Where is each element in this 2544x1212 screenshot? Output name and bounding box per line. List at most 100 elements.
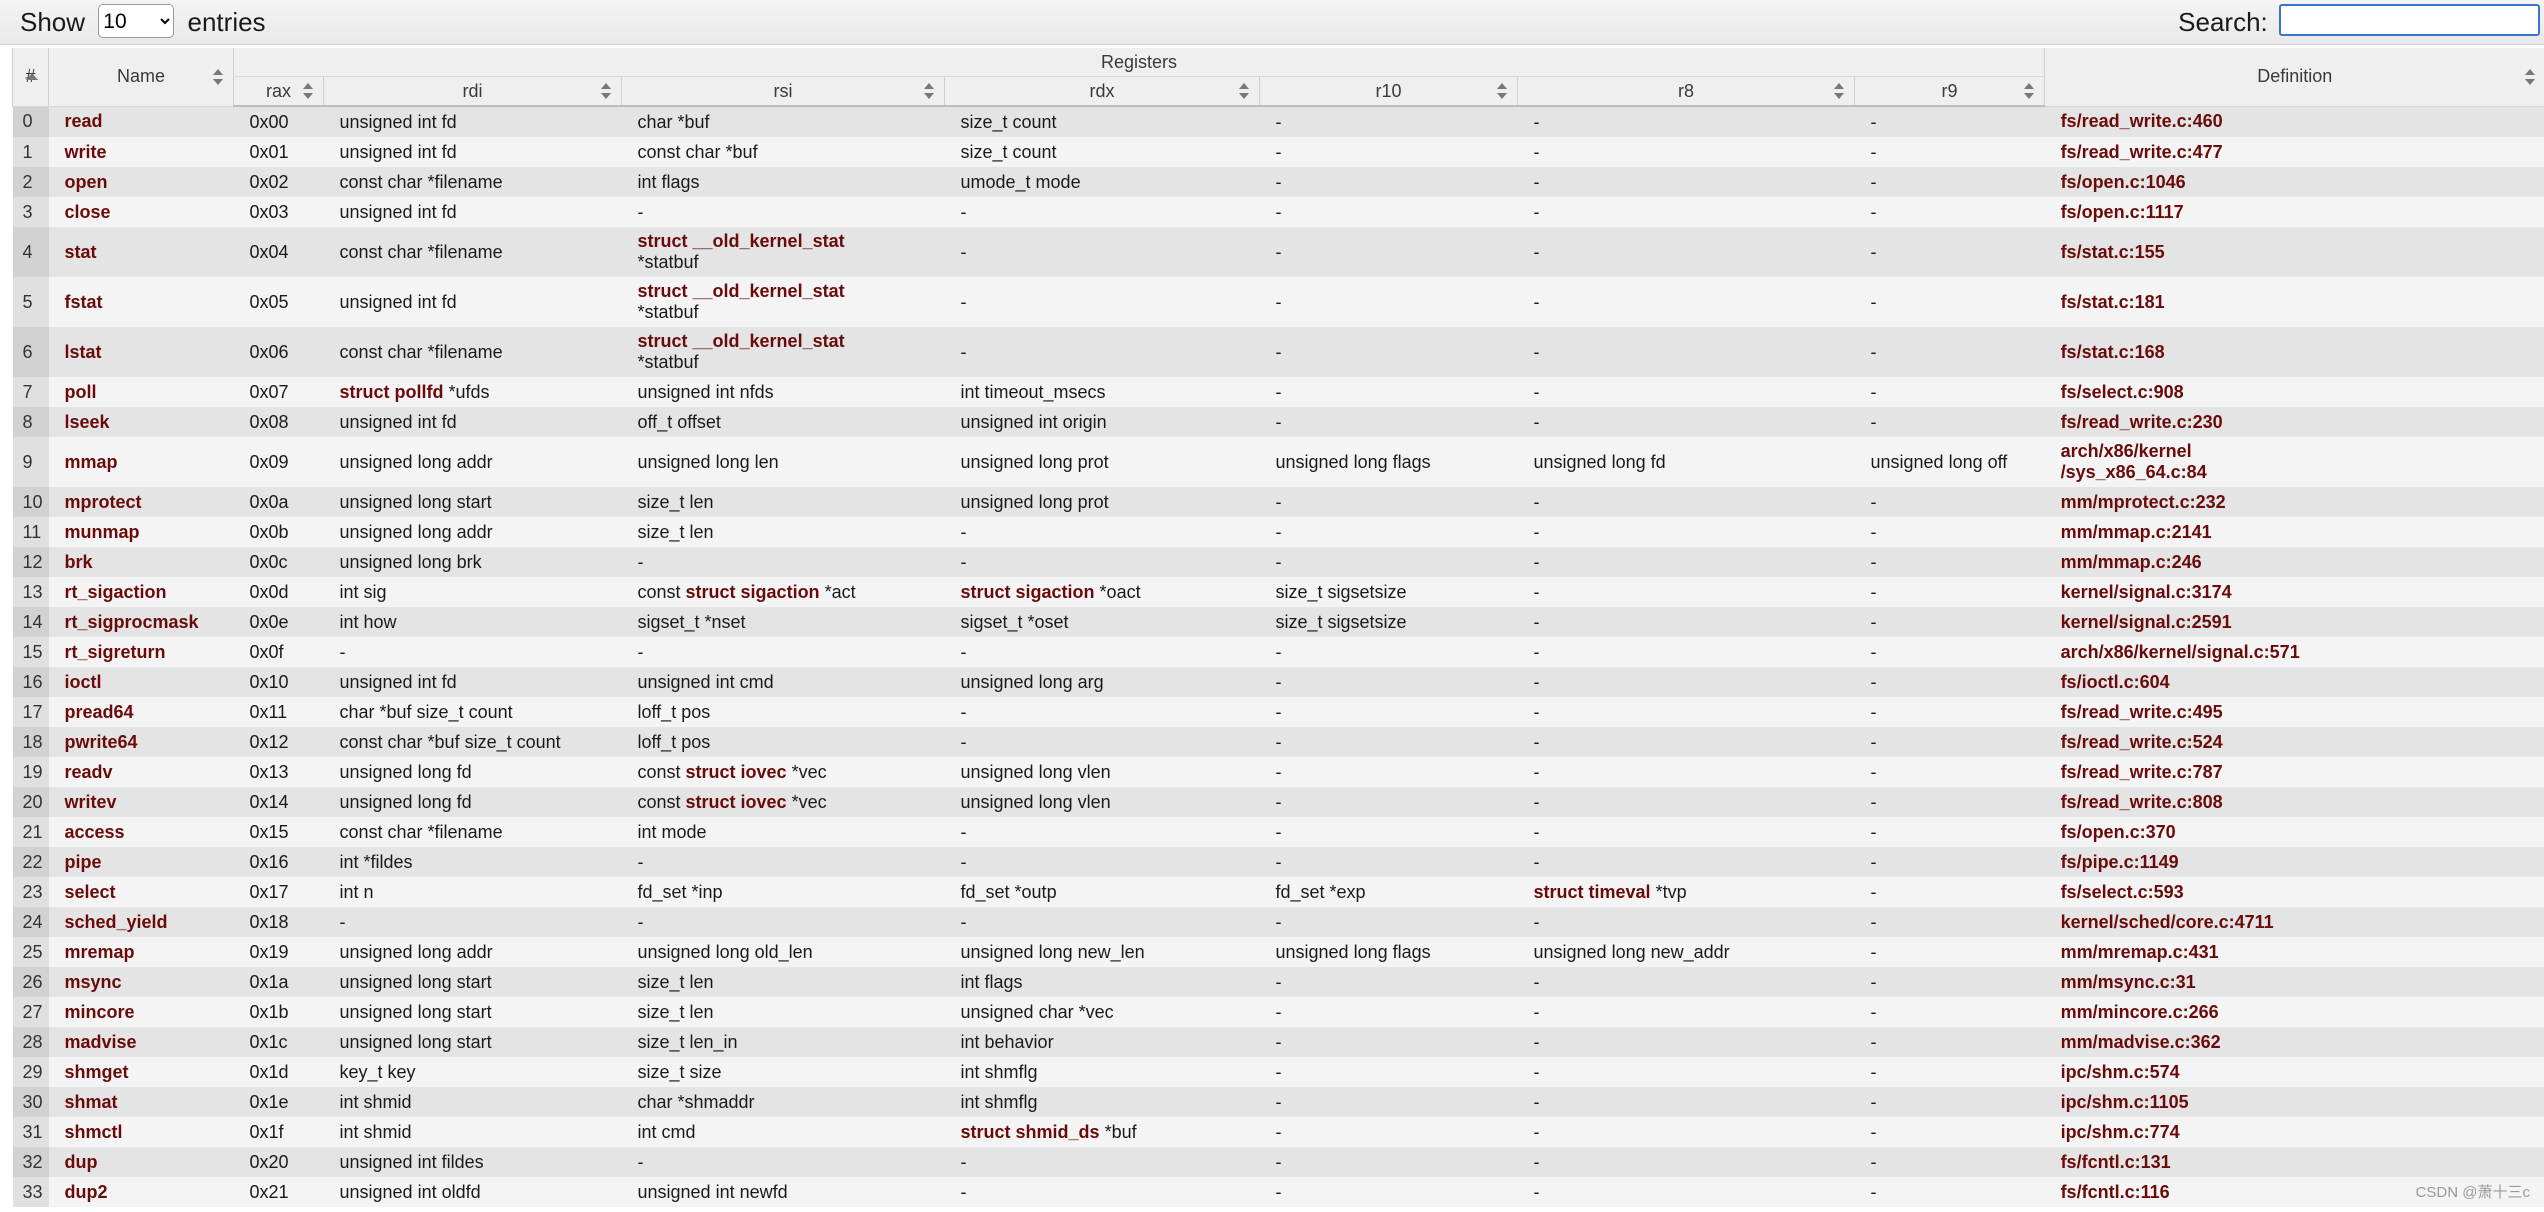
cell-rdi: int *fildes <box>323 847 622 877</box>
type-link[interactable]: struct iovec <box>686 762 787 782</box>
cell-r8: - <box>1517 547 1855 577</box>
cell-syscall-name[interactable]: fstat <box>48 277 234 327</box>
cell-definition-link[interactable]: fs/read_write.c:460 <box>2044 106 2544 137</box>
cell-syscall-name[interactable]: readv <box>48 757 234 787</box>
cell-definition-link[interactable]: mm/mmap.c:2141 <box>2044 517 2544 547</box>
cell-syscall-name[interactable]: mprotect <box>48 487 234 517</box>
cell-definition-link[interactable]: mm/madvise.c:362 <box>2044 1027 2544 1057</box>
col-header-rsi[interactable]: rsi <box>621 76 945 107</box>
cell-syscall-name[interactable]: ioctl <box>48 667 234 697</box>
col-header-rdx[interactable]: rdx <box>944 76 1260 107</box>
cell-rax: 0x05 <box>233 277 324 327</box>
cell-definition-link[interactable]: kernel/signal.c:2591 <box>2044 607 2544 637</box>
cell-r10: - <box>1259 1177 1518 1207</box>
cell-syscall-name[interactable]: pipe <box>48 847 234 877</box>
cell-definition-link[interactable]: arch/x86/kernel/signal.c:571 <box>2044 637 2544 667</box>
cell-syscall-name[interactable]: mincore <box>48 997 234 1027</box>
cell-syscall-name[interactable]: read <box>48 106 234 137</box>
cell-definition-link[interactable]: ipc/shm.c:574 <box>2044 1057 2544 1087</box>
col-header-definition[interactable]: Definition <box>2044 48 2544 107</box>
col-header-r8[interactable]: r8 <box>1517 76 1855 107</box>
cell-definition-link[interactable]: mm/mincore.c:266 <box>2044 997 2544 1027</box>
cell-syscall-name[interactable]: rt_sigaction <box>48 577 234 607</box>
cell-definition-link[interactable]: ipc/shm.c:1105 <box>2044 1087 2544 1117</box>
cell-rdx: unsigned long arg <box>944 667 1260 697</box>
cell-definition-link[interactable]: fs/read_write.c:524 <box>2044 727 2544 757</box>
cell-syscall-name[interactable]: poll <box>48 377 234 407</box>
cell-syscall-name[interactable]: dup <box>48 1147 234 1177</box>
cell-syscall-name[interactable]: sched_yield <box>48 907 234 937</box>
cell-syscall-name[interactable]: lstat <box>48 327 234 377</box>
cell-syscall-name[interactable]: madvise <box>48 1027 234 1057</box>
cell-syscall-name[interactable]: lseek <box>48 407 234 437</box>
cell-syscall-name[interactable]: shmctl <box>48 1117 234 1147</box>
cell-rdi: unsigned long start <box>323 1027 622 1057</box>
cell-definition-link[interactable]: fs/read_write.c:230 <box>2044 407 2544 437</box>
page-size-select[interactable]: 102550100 <box>98 4 175 38</box>
cell-definition-link[interactable]: mm/msync.c:31 <box>2044 967 2544 997</box>
cell-definition-link[interactable]: fs/select.c:908 <box>2044 377 2544 407</box>
cell-definition-link[interactable]: fs/ioctl.c:604 <box>2044 667 2544 697</box>
cell-r8: - <box>1517 1117 1855 1147</box>
cell-syscall-name[interactable]: pread64 <box>48 697 234 727</box>
cell-syscall-name[interactable]: access <box>48 817 234 847</box>
col-header-rdi[interactable]: rdi <box>323 76 622 107</box>
cell-syscall-name[interactable]: mmap <box>48 437 234 487</box>
cell-definition-link[interactable]: arch/x86/kernel/sys_x86_64.c:84 <box>2044 437 2544 487</box>
cell-definition-link[interactable]: ipc/shm.c:774 <box>2044 1117 2544 1147</box>
cell-definition-link[interactable]: kernel/sched/core.c:4711 <box>2044 907 2544 937</box>
cell-syscall-name[interactable]: msync <box>48 967 234 997</box>
cell-syscall-name[interactable]: shmget <box>48 1057 234 1087</box>
cell-definition-link[interactable]: fs/pipe.c:1149 <box>2044 847 2544 877</box>
cell-syscall-name[interactable]: write <box>48 137 234 167</box>
cell-syscall-name[interactable]: rt_sigprocmask <box>48 607 234 637</box>
type-link[interactable]: struct __old_kernel_stat <box>638 231 845 251</box>
cell-definition-link[interactable]: fs/select.c:593 <box>2044 877 2544 907</box>
cell-syscall-name[interactable]: brk <box>48 547 234 577</box>
cell-syscall-name[interactable]: mremap <box>48 937 234 967</box>
cell-definition-link[interactable]: fs/open.c:1117 <box>2044 197 2544 227</box>
cell-syscall-name[interactable]: pwrite64 <box>48 727 234 757</box>
cell-definition-link[interactable]: fs/read_write.c:808 <box>2044 787 2544 817</box>
type-link[interactable]: struct __old_kernel_stat <box>638 281 845 301</box>
cell-syscall-name[interactable]: close <box>48 197 234 227</box>
type-link[interactable]: struct pollfd <box>340 382 444 402</box>
cell-rdx: - <box>944 697 1260 727</box>
cell-definition-link[interactable]: fs/stat.c:168 <box>2044 327 2544 377</box>
cell-definition-link[interactable]: fs/read_write.c:787 <box>2044 757 2544 787</box>
cell-definition-link[interactable]: fs/fcntl.c:131 <box>2044 1147 2544 1177</box>
cell-syscall-name[interactable]: shmat <box>48 1087 234 1117</box>
type-link[interactable]: struct sigaction <box>686 582 820 602</box>
cell-rdi: unsigned int fd <box>323 407 622 437</box>
cell-syscall-name[interactable]: munmap <box>48 517 234 547</box>
type-link[interactable]: struct __old_kernel_stat <box>638 331 845 351</box>
type-link[interactable]: struct timeval <box>1534 882 1651 902</box>
cell-definition-link[interactable]: fs/stat.c:155 <box>2044 227 2544 277</box>
cell-syscall-name[interactable]: select <box>48 877 234 907</box>
cell-definition-link[interactable]: fs/stat.c:181 <box>2044 277 2544 327</box>
cell-syscall-name[interactable]: stat <box>48 227 234 277</box>
col-header-num[interactable]: # <box>12 48 49 107</box>
cell-syscall-name[interactable]: dup2 <box>48 1177 234 1207</box>
cell-syscall-name[interactable]: rt_sigreturn <box>48 637 234 667</box>
cell-definition-link[interactable]: mm/mprotect.c:232 <box>2044 487 2544 517</box>
col-header-name[interactable]: Name <box>48 48 234 107</box>
cell-r9: - <box>1854 517 2045 547</box>
type-link[interactable]: struct iovec <box>686 792 787 812</box>
type-link[interactable]: struct shmid_ds <box>961 1122 1100 1142</box>
cell-r8: - <box>1517 487 1855 517</box>
cell-definition-link[interactable]: fs/open.c:370 <box>2044 817 2544 847</box>
cell-definition-link[interactable]: fs/read_write.c:477 <box>2044 137 2544 167</box>
cell-definition-link[interactable]: mm/mmap.c:246 <box>2044 547 2544 577</box>
col-header-r10[interactable]: r10 <box>1259 76 1518 107</box>
cell-definition-link[interactable]: fs/open.c:1046 <box>2044 167 2544 197</box>
cell-definition-link[interactable]: mm/mremap.c:431 <box>2044 937 2544 967</box>
cell-syscall-name[interactable]: writev <box>48 787 234 817</box>
cell-definition-link[interactable]: kernel/signal.c:3174 <box>2044 577 2544 607</box>
cell-definition-link[interactable]: fs/read_write.c:495 <box>2044 697 2544 727</box>
col-header-r9[interactable]: r9 <box>1853 76 2045 107</box>
type-link[interactable]: struct sigaction <box>961 582 1095 602</box>
search-input[interactable] <box>2279 4 2540 36</box>
cell-syscall-name[interactable]: open <box>48 167 234 197</box>
col-header-rax[interactable]: rax <box>233 76 324 107</box>
